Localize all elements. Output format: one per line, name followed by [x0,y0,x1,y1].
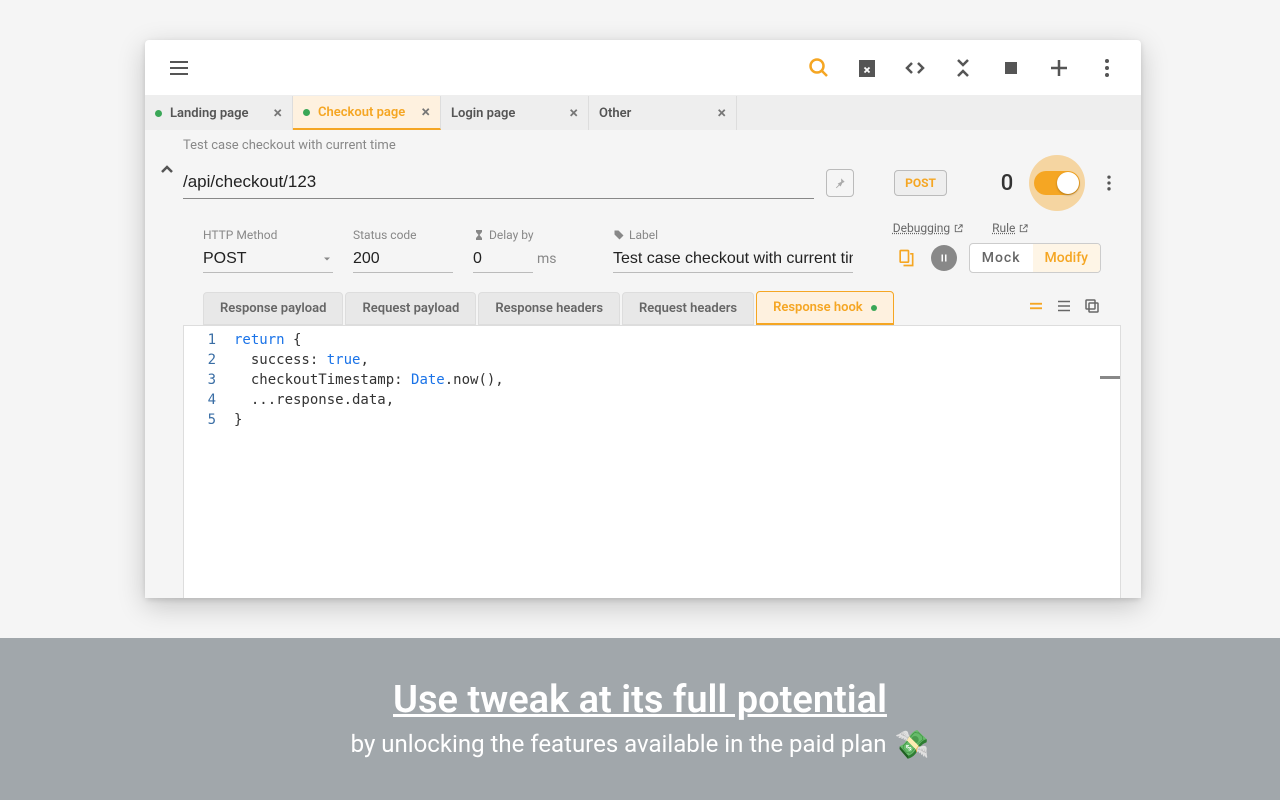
status-dot-icon [155,110,162,117]
banner-title[interactable]: Use tweak at its full potential [393,678,887,722]
code-icon[interactable] [891,44,939,92]
main-toolbar [145,40,1141,96]
code-line[interactable]: success: true, [234,350,1120,370]
chevron-down-icon[interactable] [321,253,333,265]
add-icon[interactable] [1035,44,1083,92]
code-editor[interactable]: 12345 return { success: true, checkoutTi… [183,325,1121,598]
external-icon [953,223,964,234]
tab-landing-page[interactable]: Landing page × [145,96,293,130]
line-gutter: 12345 [184,326,224,598]
external-icon [1018,223,1029,234]
tab-other[interactable]: Other × [589,96,737,130]
pin-icon[interactable] [826,169,854,197]
line-number: 1 [184,330,216,350]
url-input[interactable] [183,168,814,199]
status-dot-icon [303,109,310,116]
code-line[interactable]: ...response.data, [234,390,1120,410]
promo-banner: Use tweak at its full potential by unloc… [0,638,1280,800]
tab-label: Login page [451,106,515,121]
collapse-icon[interactable] [939,44,987,92]
subtab-response-hook[interactable]: Response hook [756,291,894,325]
subtab-label: Request headers [639,301,737,316]
hourglass-icon [473,229,485,241]
code-line[interactable]: } [234,410,1120,430]
page-tabs: Landing page×Checkout page×Login page×Ot… [145,96,1141,130]
tab-login-page[interactable]: Login page × [441,96,589,130]
line-number: 2 [184,350,216,370]
label-label: Label [613,228,853,242]
subtab-label: Response headers [495,301,603,316]
status-code-input[interactable] [353,246,453,273]
archive-delete-icon[interactable] [843,44,891,92]
code-line[interactable]: checkoutTimestamp: Date.now(), [234,370,1120,390]
close-icon[interactable]: × [422,104,431,120]
status-dot-icon [871,305,877,311]
tab-label: Other [599,106,631,121]
pause-icon[interactable] [931,245,957,271]
line-number: 3 [184,370,216,390]
subtab-label: Request payload [362,301,459,316]
delay-input[interactable] [473,246,533,273]
money-emoji: 💸 [895,728,930,761]
rule-more-icon[interactable] [1097,173,1121,193]
subtab-request-payload[interactable]: Request payload [345,292,476,325]
code-line[interactable]: return { [234,330,1120,350]
mode-modify-button[interactable]: Modify [1033,244,1100,272]
search-icon[interactable] [795,44,843,92]
tab-label: Checkout page [318,105,405,120]
delay-unit: ms [537,251,557,267]
collapse-rule-icon[interactable] [155,158,179,182]
close-icon[interactable]: × [570,105,579,121]
bookmark-icon[interactable] [893,245,919,271]
subtab-response-headers[interactable]: Response headers [478,292,620,325]
subtab-response-payload[interactable]: Response payload [203,292,343,325]
more-icon[interactable] [1083,44,1131,92]
stop-icon[interactable] [987,44,1035,92]
banner-subtitle: by unlocking the features available in t… [351,728,930,761]
status-code-label: Status code [353,228,453,242]
menu-icon[interactable] [155,44,203,92]
scroll-marker [1100,376,1120,379]
debugging-link[interactable]: Debugging [893,221,964,235]
close-icon[interactable]: × [274,105,283,121]
line-number: 4 [184,390,216,410]
enable-toggle[interactable] [1034,171,1080,195]
http-method-select[interactable] [203,246,333,273]
subtabs: Response payload Request payload Response … [203,291,1101,325]
line-number: 5 [184,410,216,430]
rule-link[interactable]: Rule [992,221,1029,235]
subtab-label: Response hook [773,300,863,315]
rule-description: Test case checkout with current time [165,138,1121,153]
close-icon[interactable]: × [718,105,727,121]
mode-toggle: Mock Modify [969,243,1101,273]
copy-icon[interactable] [1083,297,1101,319]
label-input[interactable] [613,246,853,273]
subtab-label: Response payload [220,301,326,316]
list-icon[interactable] [1055,297,1073,319]
hit-count: 0 [997,171,1017,196]
reorder-icon[interactable] [1027,297,1045,319]
rule-panel: Test case checkout with current time POS… [145,130,1141,598]
tag-icon [613,229,625,241]
tab-checkout-page[interactable]: Checkout page × [293,96,441,130]
subtab-request-headers[interactable]: Request headers [622,292,754,325]
method-badge[interactable]: POST [894,170,947,196]
delay-label: Delay by [473,228,593,242]
tab-label: Landing page [170,106,249,121]
http-method-label: HTTP Method [203,228,333,242]
mode-mock-button[interactable]: Mock [970,244,1033,272]
